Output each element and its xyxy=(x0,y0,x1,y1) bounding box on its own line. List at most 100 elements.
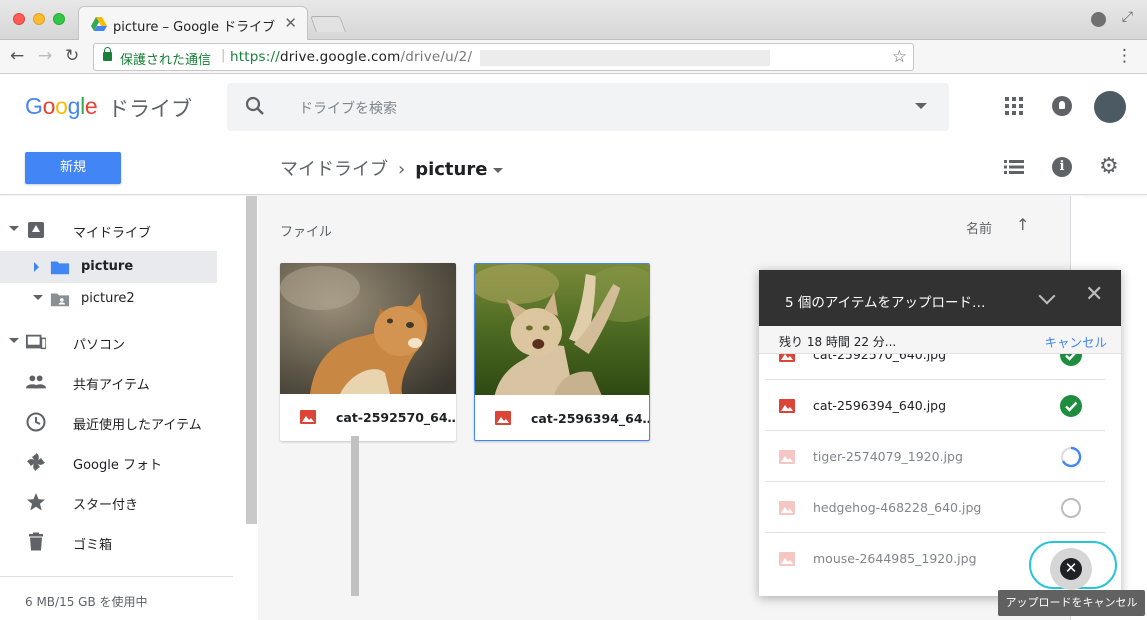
product-name: ドライブ xyxy=(108,97,192,121)
upload-item[interactable]: cat-2592570_640.jpg xyxy=(765,354,1105,380)
fullscreen-icon[interactable]: ⤢ xyxy=(1122,9,1133,25)
search-box[interactable]: ドライブを検索 xyxy=(227,83,949,131)
image-file-icon xyxy=(779,399,795,413)
minimize-window-button[interactable] xyxy=(33,13,45,25)
settings-gear-icon[interactable]: ⚙ xyxy=(1099,156,1119,178)
file-card[interactable]: cat-2596394_64… xyxy=(474,263,650,441)
expand-arrow-icon[interactable] xyxy=(9,226,19,231)
expand-arrow-icon[interactable] xyxy=(34,262,39,272)
expand-arrow-icon[interactable] xyxy=(33,295,43,300)
cancel-upload-tooltip: アップロードをキャンセル xyxy=(998,590,1145,616)
storage-usage[interactable]: 6 MB/15 GB を使用中 xyxy=(25,593,148,610)
cancel-all-button[interactable]: キャンセル xyxy=(1044,332,1107,351)
folder-menu-chevron-icon[interactable] xyxy=(493,167,504,173)
browser-tab[interactable]: picture – Google ドライブ ✕ xyxy=(78,6,308,40)
upload-panel-header: 5 個のアイテムをアップロード… ✕ xyxy=(759,270,1121,326)
sidebar-item-shared[interactable]: 共有アイテム xyxy=(0,366,233,398)
expand-arrow-icon[interactable] xyxy=(9,338,19,343)
sidebar-item-computers[interactable]: パソコン xyxy=(0,326,233,358)
sort-direction-icon[interactable]: ↑ xyxy=(1016,215,1029,234)
profile-icon[interactable] xyxy=(1091,12,1106,27)
sidebar-item-label: picture2 xyxy=(81,291,135,306)
time-remaining: 残り 18 時間 22 分... xyxy=(779,335,897,349)
back-icon[interactable]: ← xyxy=(10,46,24,66)
lock-icon xyxy=(103,47,112,61)
sidebar-item-my-drive[interactable]: マイドライブ xyxy=(0,214,233,246)
people-icon xyxy=(26,375,46,389)
sort-by-name-button[interactable]: 名前 xyxy=(966,218,992,237)
zoom-window-button[interactable] xyxy=(53,13,65,25)
url-redaction xyxy=(480,50,770,66)
sidebar-item-picture2[interactable]: picture2 xyxy=(0,283,233,315)
file-card[interactable]: cat-2592570_64… xyxy=(280,263,456,441)
queued-icon xyxy=(1061,498,1081,518)
sidebar-item-recent[interactable]: 最近使用したアイテム xyxy=(0,406,233,438)
sidebar-item-label: Google フォト xyxy=(73,458,162,473)
sidebar-item-label: picture xyxy=(81,259,134,274)
sidebar-scrollbar[interactable] xyxy=(246,196,257,524)
search-icon[interactable] xyxy=(245,96,265,116)
new-button[interactable]: 新規 xyxy=(25,152,121,184)
upload-complete-icon xyxy=(1060,395,1082,417)
window-titlebar: picture – Google ドライブ ✕ ⤢ xyxy=(0,0,1147,40)
uploading-spinner-icon xyxy=(1061,446,1082,468)
url-text: https://drive.google.com/drive/u/2/ xyxy=(230,49,472,65)
upload-item[interactable]: tiger-2574079_1920.jpg xyxy=(765,431,1105,482)
tab-close-icon[interactable]: ✕ xyxy=(284,14,297,32)
image-file-icon xyxy=(779,354,795,362)
sidebar-divider xyxy=(0,576,233,577)
breadcrumb-current[interactable]: picture xyxy=(415,159,487,180)
browser-menu-icon[interactable]: ⋮ xyxy=(1116,46,1133,66)
image-file-icon xyxy=(779,501,795,515)
sidebar-item-photos[interactable]: Google フォト xyxy=(0,446,233,478)
collapse-chevron-icon[interactable] xyxy=(1038,287,1056,305)
breadcrumb: マイドライブ › picture xyxy=(280,155,504,181)
details-info-icon[interactable]: i xyxy=(1052,157,1072,177)
upload-file-name: tiger-2574079_1920.jpg xyxy=(813,449,963,464)
google-logo[interactable]: Google xyxy=(25,93,98,120)
url-separator: | xyxy=(221,48,226,63)
upload-file-name: mouse-2644985_1920.jpg xyxy=(813,551,977,566)
close-window-button[interactable] xyxy=(13,13,25,25)
upload-file-name: cat-2596394_640.jpg xyxy=(813,398,947,413)
upload-list-scrollbar[interactable] xyxy=(351,436,359,596)
url-path: /drive/u/2/ xyxy=(400,49,473,65)
upload-file-name: hedgehog-468228_640.jpg xyxy=(813,500,982,515)
reload-icon[interactable]: ↻ xyxy=(65,46,79,66)
upload-item[interactable]: cat-2596394_640.jpg xyxy=(765,380,1105,431)
sidebar-item-trash[interactable]: ゴミ箱 xyxy=(0,526,233,558)
sidebar-item-label: パソコン xyxy=(73,338,126,353)
search-options-icon[interactable] xyxy=(915,103,927,109)
image-file-icon xyxy=(779,450,795,464)
notifications-icon[interactable] xyxy=(1052,96,1072,116)
new-tab-button[interactable] xyxy=(310,16,346,32)
upload-panel-title: 5 個のアイテムをアップロード… xyxy=(785,295,986,311)
list-view-icon[interactable] xyxy=(1004,160,1024,174)
breadcrumb-root[interactable]: マイドライブ xyxy=(280,159,388,180)
file-thumbnail xyxy=(475,264,649,395)
browser-toolbar: ← → ↻ 保護された通信 | https://drive.google.com… xyxy=(0,40,1147,74)
address-bar[interactable]: 保護された通信 | https://drive.google.com/drive… xyxy=(93,43,914,71)
close-panel-icon[interactable]: ✕ xyxy=(1085,284,1103,306)
secure-label: 保護された通信 xyxy=(120,53,212,68)
cancel-upload-button[interactable]: ✕ xyxy=(1050,548,1092,590)
sidebar-item-starred[interactable]: スター付き xyxy=(0,486,233,518)
cancel-x-icon: ✕ xyxy=(1060,558,1082,580)
shared-folder-icon xyxy=(50,293,70,307)
sidebar-item-picture[interactable]: picture xyxy=(0,251,217,283)
sidebar-item-label: ゴミ箱 xyxy=(73,538,113,553)
search-input[interactable]: ドライブを検索 xyxy=(299,98,397,118)
file-name: cat-2596394_64… xyxy=(531,411,650,426)
image-file-icon xyxy=(300,410,316,424)
upload-complete-icon xyxy=(1060,354,1082,366)
bookmark-star-icon[interactable]: ☆ xyxy=(892,47,907,67)
avatar[interactable] xyxy=(1094,91,1126,123)
files-section-label: ファイル xyxy=(280,225,333,240)
forward-icon[interactable]: → xyxy=(38,46,52,66)
computers-icon xyxy=(26,334,46,350)
sidebar-item-label: マイドライブ xyxy=(73,226,152,241)
apps-grid-icon[interactable] xyxy=(1005,97,1023,115)
upload-item[interactable]: hedgehog-468228_640.jpg xyxy=(765,482,1105,533)
drive-favicon-icon xyxy=(91,17,107,31)
trash-icon xyxy=(29,532,43,551)
